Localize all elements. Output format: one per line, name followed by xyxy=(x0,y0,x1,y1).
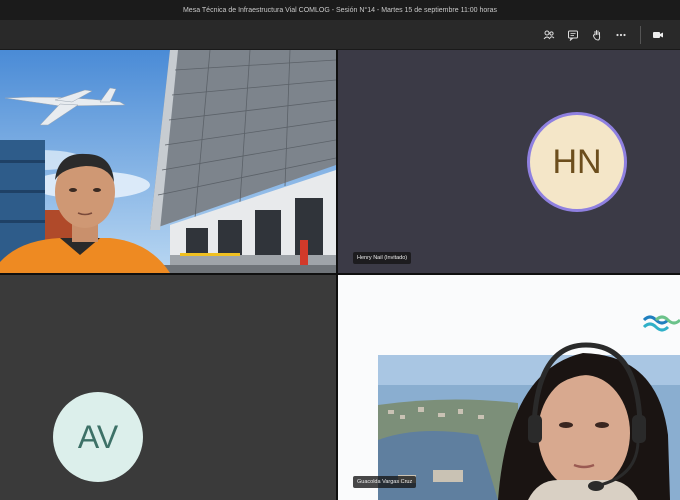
participant-tile-guacolda[interactable]: Guacolda Vargas Cruz xyxy=(338,275,680,500)
meeting-toolbar xyxy=(0,20,680,50)
participant-tile-henry[interactable]: HN Henry Nail (Invitado) xyxy=(338,50,680,273)
avatar-initials: AV xyxy=(77,418,119,455)
avatar-av: AV xyxy=(53,392,143,482)
participant-video-frame xyxy=(0,50,336,273)
video-grid: HN Henry Nail (Invitado) AV Guacolda Var… xyxy=(0,50,680,500)
participant-name-label: Henry Nail (Invitado) xyxy=(353,252,412,264)
participant-video-frame xyxy=(338,275,680,500)
toolbar-divider xyxy=(640,26,641,44)
window-title-bar: Mesa Técnica de Infraestructura Vial COM… xyxy=(0,0,680,20)
participant-name-label: Guacolda Vargas Cruz xyxy=(353,476,417,488)
participant-tile-av[interactable]: AV xyxy=(0,275,336,500)
camera-icon[interactable] xyxy=(650,27,666,43)
raise-hand-icon[interactable] xyxy=(589,27,605,43)
avatar-initials: HN xyxy=(552,142,602,181)
more-options-icon[interactable] xyxy=(613,27,629,43)
avatar-henry: HN xyxy=(527,112,627,212)
participants-icon[interactable] xyxy=(541,27,557,43)
participant-video-tile[interactable] xyxy=(0,50,336,273)
chat-icon[interactable] xyxy=(565,27,581,43)
meeting-title: Mesa Técnica de Infraestructura Vial COM… xyxy=(182,6,498,14)
